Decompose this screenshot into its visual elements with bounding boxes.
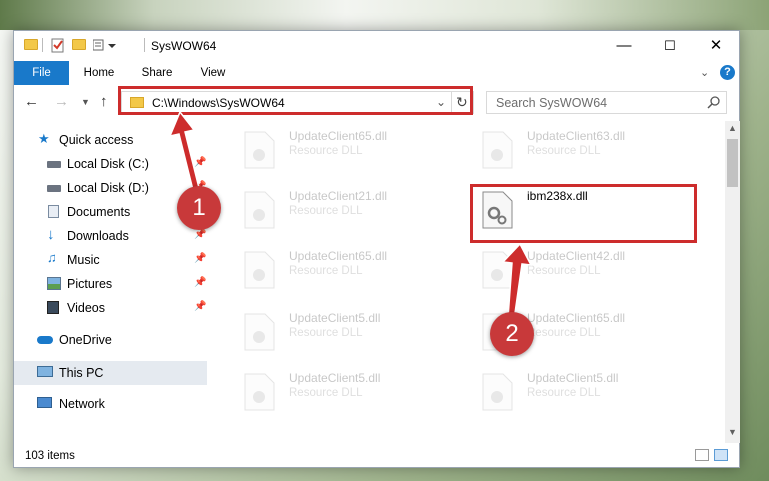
step-1-badge: 1 [177, 186, 221, 230]
step-2-badge: 2 [490, 312, 534, 356]
arrow-to-address-bar [168, 110, 200, 191]
annotation-arrows [168, 110, 533, 321]
arrow-to-target-file [501, 242, 533, 321]
